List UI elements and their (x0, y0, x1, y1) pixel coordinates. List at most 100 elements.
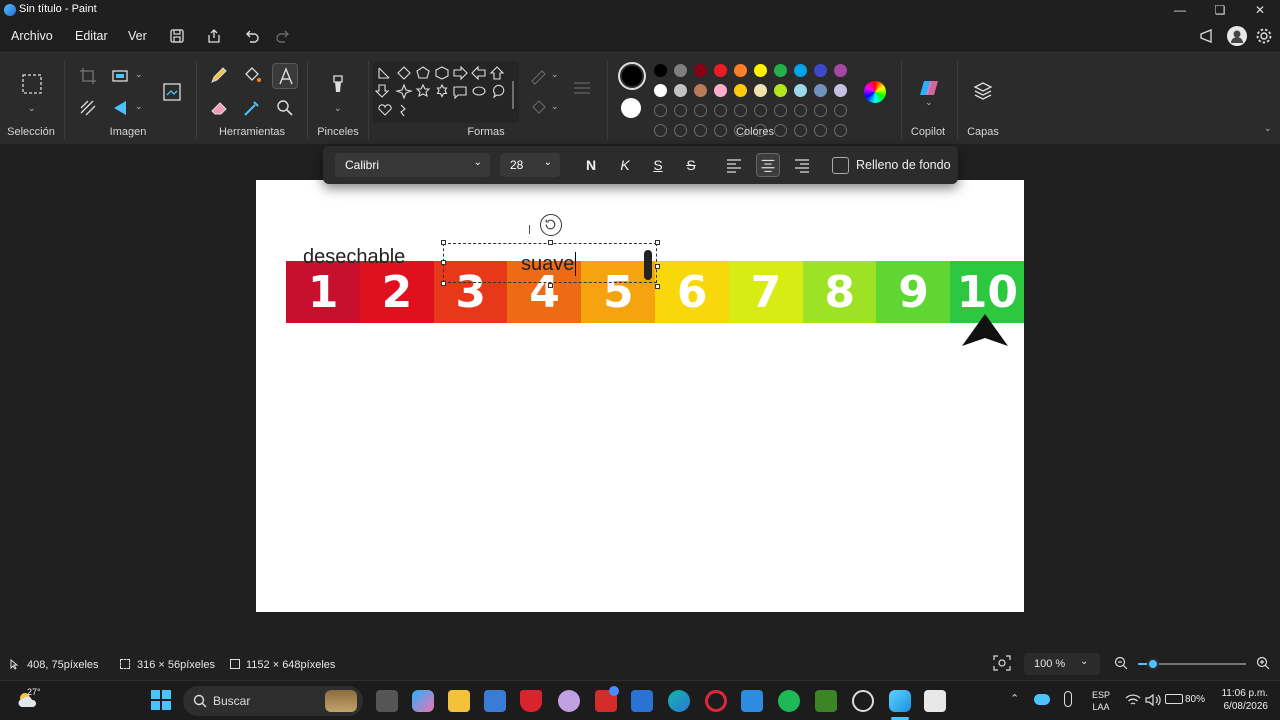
palette-empty-swatch[interactable] (674, 104, 687, 117)
italic-button[interactable]: K (613, 153, 637, 177)
save-icon[interactable] (167, 26, 187, 46)
shape-fill-icon[interactable] (528, 97, 550, 119)
resize-handle[interactable] (655, 284, 660, 289)
align-center-icon[interactable] (756, 153, 780, 177)
microsoft-store-icon[interactable] (484, 690, 506, 712)
palette-color-swatch[interactable] (834, 84, 847, 97)
edit-colors-wheel-icon[interactable] (864, 81, 886, 103)
ribbon-collapse-chevron-icon[interactable]: ⌄ (1264, 123, 1272, 134)
photos-app-icon[interactable] (741, 690, 763, 712)
palette-empty-swatch[interactable] (674, 124, 687, 137)
drawing-canvas[interactable]: 1 2 3 4 5 6 7 8 9 10 desechable suave (256, 180, 1024, 612)
menu-edit[interactable]: Editar (75, 29, 108, 43)
volume-icon[interactable] (1145, 693, 1161, 712)
align-right-icon[interactable] (790, 153, 814, 177)
mail-icon[interactable] (631, 690, 653, 712)
palette-color-swatch[interactable] (654, 64, 667, 77)
palette-empty-swatch[interactable] (654, 124, 667, 137)
resize-handle[interactable] (655, 240, 660, 245)
palette-empty-swatch[interactable] (814, 124, 827, 137)
rotate-chevron-icon[interactable]: ⌄ (135, 101, 143, 112)
account-avatar-icon[interactable] (1227, 26, 1247, 46)
fit-to-window-icon[interactable] (993, 655, 1011, 674)
palette-color-swatch[interactable] (754, 84, 767, 97)
align-left-icon[interactable] (722, 153, 746, 177)
undo-icon[interactable] (241, 26, 261, 46)
rotate-handle-icon[interactable] (540, 214, 562, 236)
palette-empty-swatch[interactable] (734, 104, 747, 117)
secondary-color-swatch[interactable] (621, 98, 641, 118)
palette-color-swatch[interactable] (674, 64, 687, 77)
brushes-chevron-icon[interactable]: ⌄ (334, 103, 342, 114)
palette-empty-swatch[interactable] (814, 104, 827, 117)
copilot-taskbar-icon[interactable] (412, 690, 434, 712)
palette-color-swatch[interactable] (814, 64, 827, 77)
palette-color-swatch[interactable] (734, 64, 747, 77)
resize-handle[interactable] (441, 260, 446, 265)
resize-handle[interactable] (548, 240, 553, 245)
palette-color-swatch[interactable] (794, 84, 807, 97)
file-explorer-icon[interactable] (448, 690, 470, 712)
palette-empty-swatch[interactable] (694, 124, 707, 137)
task-view-icon[interactable] (376, 690, 398, 712)
resize-chevron-icon[interactable]: ⌄ (135, 69, 143, 80)
resize-handle[interactable] (441, 240, 446, 245)
pencil-icon[interactable] (208, 64, 230, 86)
zoom-slider-thumb[interactable] (1147, 658, 1159, 670)
palette-empty-swatch[interactable] (834, 104, 847, 117)
drag-handle[interactable] (644, 250, 652, 280)
shape-outline-chevron-icon[interactable]: ⌄ (551, 69, 559, 80)
text-tool-icon[interactable] (272, 63, 298, 89)
close-button[interactable]: ✕ (1240, 0, 1280, 20)
palette-color-swatch[interactable] (654, 84, 667, 97)
palette-empty-swatch[interactable] (714, 104, 727, 117)
palette-color-swatch[interactable] (734, 84, 747, 97)
palette-color-swatch[interactable] (754, 64, 767, 77)
gear-app-icon[interactable] (558, 690, 580, 712)
remove-background-icon[interactable] (77, 97, 99, 119)
shape-outline-icon[interactable] (528, 65, 550, 87)
resize-handle[interactable] (441, 281, 446, 286)
shape-fill-chevron-icon[interactable]: ⌄ (551, 101, 559, 112)
edge-browser-icon[interactable] (668, 690, 690, 712)
palette-color-swatch[interactable] (794, 64, 807, 77)
onedrive-cloud-icon[interactable] (1034, 694, 1050, 705)
select-tool-icon[interactable] (21, 73, 43, 95)
palette-empty-swatch[interactable] (774, 104, 787, 117)
palette-color-swatch[interactable] (694, 84, 707, 97)
zoom-in-icon[interactable] (1256, 656, 1270, 673)
chatgpt-icon[interactable] (852, 690, 874, 712)
palette-color-swatch[interactable] (834, 64, 847, 77)
palette-empty-swatch[interactable] (794, 104, 807, 117)
show-hidden-icons-chevron-icon[interactable]: ⌃ (1010, 692, 1019, 705)
eraser-icon[interactable] (208, 97, 230, 119)
paint-taskbar-icon[interactable] (889, 690, 911, 712)
magnifier-icon[interactable] (274, 97, 296, 119)
share-icon[interactable] (204, 26, 224, 46)
spotify-icon[interactable] (778, 690, 800, 712)
shapes-gallery[interactable] (373, 61, 519, 123)
zoom-select[interactable]: 100 % ⌄ (1024, 653, 1100, 675)
palette-empty-swatch[interactable] (694, 104, 707, 117)
palette-color-swatch[interactable] (714, 64, 727, 77)
minecraft-icon[interactable] (815, 690, 837, 712)
layers-icon[interactable] (972, 80, 994, 102)
palette-color-swatch[interactable] (774, 84, 787, 97)
palette-empty-swatch[interactable] (834, 124, 847, 137)
language-indicator[interactable]: ESP LAA (1092, 689, 1110, 713)
resize-handle[interactable] (548, 283, 553, 288)
palette-empty-swatch[interactable] (794, 124, 807, 137)
resize-handle[interactable] (655, 264, 660, 269)
crop-icon[interactable] (77, 65, 99, 87)
copilot-chevron-icon[interactable]: ⌄ (925, 97, 933, 108)
palette-color-swatch[interactable] (714, 84, 727, 97)
microphone-icon[interactable] (1064, 691, 1072, 707)
snipping-tool-icon[interactable] (924, 690, 946, 712)
palette-empty-swatch[interactable] (654, 104, 667, 117)
copilot-icon[interactable] (918, 77, 940, 99)
palette-color-swatch[interactable] (814, 84, 827, 97)
battery-icon[interactable] (1165, 694, 1183, 704)
primary-color-swatch[interactable] (618, 62, 646, 90)
palette-color-swatch[interactable] (774, 64, 787, 77)
palette-color-swatch[interactable] (674, 84, 687, 97)
